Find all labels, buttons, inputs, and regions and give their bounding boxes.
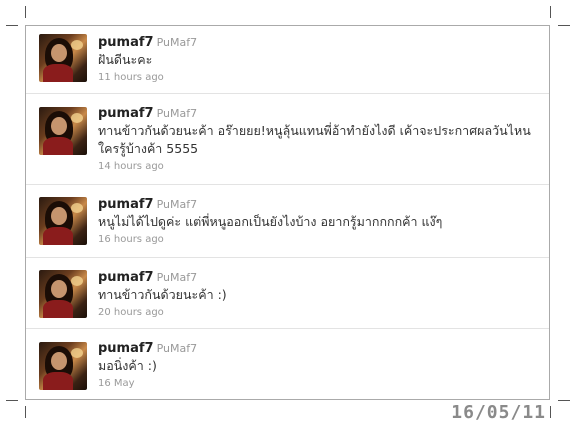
tweet-timestamp-link[interactable]: 14 hours ago <box>98 160 539 174</box>
avatar[interactable] <box>39 107 87 155</box>
tweet-text: ทานข้าวกันด้วยนะค้า อร๊ายยย!หนูลุ้นแทนพี… <box>98 123 531 156</box>
crop-mark <box>558 400 570 401</box>
crop-mark <box>558 25 570 26</box>
tweet-text: หนูไม่ได้ไปดูค่ะ แต่พี่หนูออกเป็นยังไงบ้… <box>98 214 443 229</box>
crop-mark <box>6 400 18 401</box>
tweet-timestamp-link[interactable]: 11 hours ago <box>98 71 539 85</box>
crop-mark <box>6 25 18 26</box>
tweet-text: ฝันดีนะคะ <box>98 52 153 67</box>
user-handle: PuMaf7 <box>156 271 198 284</box>
tweet-timestamp-link[interactable]: 16 May <box>98 377 539 391</box>
tweet-text: ทานข้าวกันด้วยนะค้า :) <box>98 287 227 302</box>
tweet-timestamp-link[interactable]: 20 hours ago <box>98 306 539 320</box>
username-link[interactable]: pumaf7 <box>98 341 154 356</box>
username-link[interactable]: pumaf7 <box>98 197 154 212</box>
avatar[interactable] <box>39 197 87 245</box>
username-link[interactable]: pumaf7 <box>98 106 154 121</box>
date-stamp: 16/05/11 <box>451 402 546 423</box>
tweet-item[interactable]: pumaf7 PuMaf7 หนูไม่ได้ไปดูค่ะ แต่พี่หนูอ… <box>26 185 549 258</box>
crop-mark <box>25 406 26 418</box>
crop-mark <box>25 6 26 18</box>
user-handle: PuMaf7 <box>156 342 198 355</box>
avatar[interactable] <box>39 270 87 318</box>
tweet-item[interactable]: pumaf7 PuMaf7 ฝันดีนะคะ 11 hours ago <box>26 26 549 94</box>
crop-mark <box>550 406 551 418</box>
avatar[interactable] <box>39 34 87 82</box>
user-handle: PuMaf7 <box>156 36 198 49</box>
tweet-text: มอนิ่งค้า :) <box>98 358 157 373</box>
tweet-item[interactable]: pumaf7 PuMaf7 ทานข้าวกันด้วยนะค้า อร๊ายยย… <box>26 94 549 185</box>
username-link[interactable]: pumaf7 <box>98 35 154 50</box>
user-handle: PuMaf7 <box>156 198 198 211</box>
crop-mark <box>550 6 551 18</box>
tweet-timeline: pumaf7 PuMaf7 ฝันดีนะคะ 11 hours ago puma… <box>25 25 550 400</box>
avatar[interactable] <box>39 342 87 390</box>
user-handle: PuMaf7 <box>156 107 198 120</box>
tweet-item[interactable]: pumaf7 PuMaf7 ทานข้าวกันด้วยนะค้า :) 20 h… <box>26 258 549 329</box>
username-link[interactable]: pumaf7 <box>98 270 154 285</box>
tweet-item[interactable]: pumaf7 PuMaf7 มอนิ่งค้า :) 16 May <box>26 329 549 399</box>
tweet-timestamp-link[interactable]: 16 hours ago <box>98 233 539 247</box>
